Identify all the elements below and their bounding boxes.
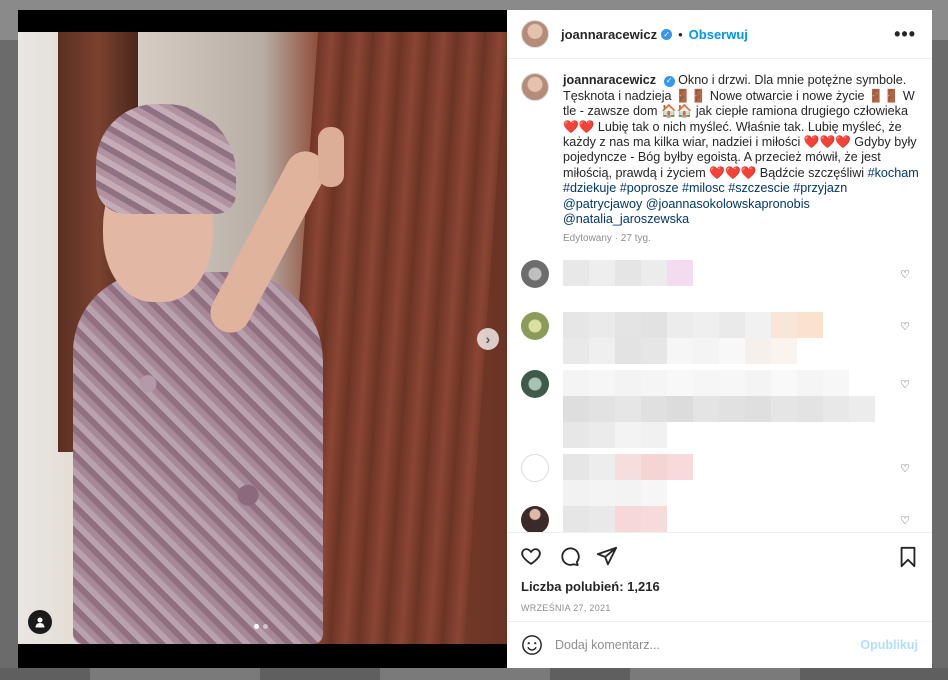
comment-like-icon[interactable]: ♡	[900, 462, 910, 475]
comment-like-icon[interactable]: ♡	[900, 320, 910, 333]
post-header: joannaracewicz ✓ • Obserwuj •••	[507, 10, 932, 60]
comment-item: ♡	[521, 370, 918, 449]
follow-button[interactable]: Obserwuj	[689, 27, 748, 42]
comment-blurred-text	[563, 312, 918, 365]
comment-avatar[interactable]	[521, 312, 549, 341]
add-comment-bar: Opublikuj	[507, 620, 932, 668]
comment-item: ♡	[521, 454, 918, 507]
caption-edited-time: Edytowany · 27 tyg.	[563, 233, 651, 245]
comments-scroll-area[interactable]: joannaracewicz ✓ Okno i drzwi. Dla mnie …	[507, 59, 932, 532]
share-button[interactable]	[595, 544, 619, 568]
comment-input[interactable]	[555, 637, 835, 652]
carousel-dot-active	[254, 624, 259, 629]
comment-button[interactable]	[557, 544, 581, 568]
comment-blurred-text	[563, 370, 918, 449]
post-media: ›	[18, 10, 507, 668]
photo-dress	[73, 272, 323, 644]
more-options-button[interactable]: •••	[894, 24, 916, 45]
photo-hand	[318, 127, 344, 187]
likes-count[interactable]: Liczba polubień: 1,216	[507, 579, 932, 599]
comment-avatar[interactable]	[521, 370, 549, 399]
user-tag-icon	[35, 617, 45, 628]
share-icon	[596, 546, 618, 566]
carousel-next-button[interactable]: ›	[477, 328, 499, 350]
background-thumbnail	[90, 668, 260, 680]
comment-item: ♡	[521, 312, 918, 365]
header-separator: •	[678, 26, 683, 42]
author-avatar[interactable]	[521, 20, 549, 49]
user-tag-button[interactable]	[28, 610, 52, 634]
comment-item: ♡	[521, 260, 918, 289]
emoji-icon[interactable]	[521, 634, 543, 656]
verified-badge-icon: ✓	[663, 75, 675, 87]
post-actions	[507, 531, 932, 579]
caption-mentions[interactable]: @patrycjawoy @joannasokolowskapronobis @…	[563, 197, 810, 226]
comment-avatar[interactable]	[521, 260, 549, 289]
photo-turban	[96, 104, 236, 214]
caption-body: Okno i drzwi. Dla mnie potężne symbole. …	[563, 73, 917, 180]
comment-like-icon[interactable]: ♡	[900, 378, 910, 391]
comment-icon	[561, 547, 580, 566]
post-modal: › joannaracewicz ✓ • Obserwuj ••• joanna…	[18, 10, 932, 668]
carousel-dot	[263, 624, 268, 629]
chevron-right-icon: ›	[485, 331, 491, 347]
caption-avatar[interactable]	[521, 73, 549, 102]
comment-blurred-text	[563, 260, 918, 288]
background-thumbnail	[630, 668, 800, 680]
comment-like-icon[interactable]: ♡	[900, 268, 910, 281]
verified-badge-icon: ✓	[661, 28, 673, 40]
caption-content: joannaracewicz ✓ Okno i drzwi. Dla mnie …	[563, 73, 923, 244]
carousel-indicator	[254, 624, 268, 629]
comment-avatar[interactable]	[521, 506, 549, 532]
caption: joannaracewicz ✓ Okno i drzwi. Dla mnie …	[521, 73, 919, 244]
comment-avatar[interactable]	[521, 454, 549, 483]
comment-item: ♡	[521, 506, 918, 532]
heart-icon	[521, 548, 541, 565]
comment-like-icon[interactable]: ♡	[900, 514, 910, 527]
save-button[interactable]	[896, 545, 920, 569]
background-thumbnail	[380, 668, 550, 680]
comment-blurred-text	[563, 454, 918, 507]
author-username[interactable]: joannaracewicz	[561, 27, 657, 42]
comment-blurred-text	[563, 506, 918, 532]
post-side-panel: joannaracewicz ✓ • Obserwuj ••• joannara…	[507, 10, 932, 668]
post-photo	[18, 32, 507, 644]
post-date: WRZEŚNIA 27, 2021	[521, 602, 611, 613]
caption-username[interactable]: joannaracewicz	[563, 73, 656, 87]
caption-text: joannaracewicz ✓ Okno i drzwi. Dla mnie …	[563, 73, 923, 227]
like-button[interactable]	[519, 544, 543, 568]
publish-comment-button[interactable]: Opublikuj	[860, 638, 918, 652]
bookmark-icon	[900, 546, 916, 567]
